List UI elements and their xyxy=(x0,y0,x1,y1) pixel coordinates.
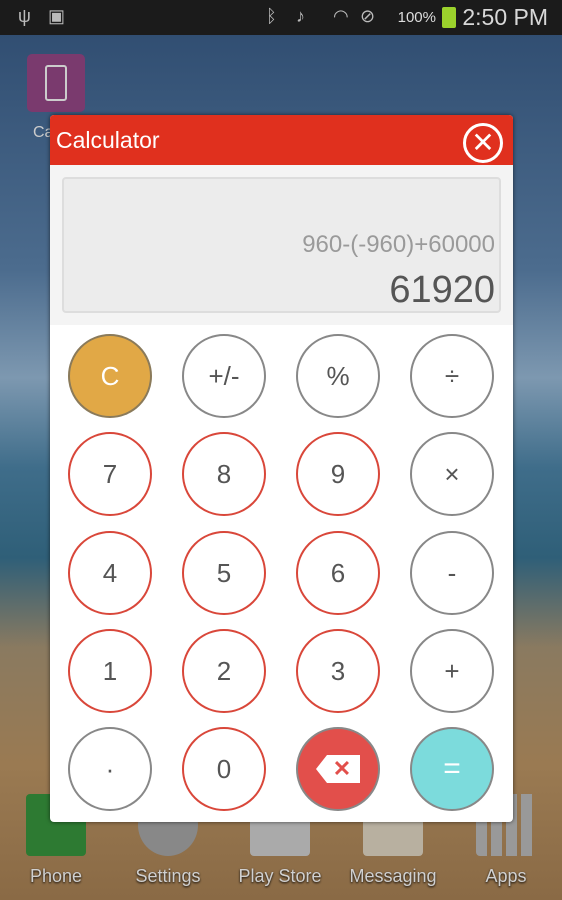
key-sign-button[interactable]: +/- xyxy=(182,334,266,418)
key-2-button[interactable]: 2 xyxy=(182,629,266,713)
sd-card-icon: ▣ xyxy=(48,6,66,26)
key-4-button[interactable]: 4 xyxy=(68,531,152,615)
battery-percent: 100% xyxy=(397,9,436,26)
display-area: 960-(-960)+60000 61920 xyxy=(50,165,513,325)
calculator-shortcut-icon[interactable] xyxy=(27,54,85,112)
result: 61920 xyxy=(389,269,495,311)
status-bar: ψ ▣ ᛒ ♪ ◠ ⊘ 100% 2:50 PM xyxy=(0,0,562,35)
key-plus-button[interactable]: + xyxy=(410,629,494,713)
dialog-title: Calculator xyxy=(56,126,160,153)
battery-charging-icon xyxy=(442,7,456,28)
expression: 960-(-960)+60000 xyxy=(302,231,495,258)
key-percent-button[interactable]: % xyxy=(296,334,380,418)
key-8-button[interactable]: 8 xyxy=(182,432,266,516)
key-7-button[interactable]: 7 xyxy=(68,432,152,516)
close-icon[interactable]: ✕ xyxy=(463,123,503,163)
key-clear-button[interactable]: C xyxy=(68,334,152,418)
mute-icon: ♪ xyxy=(296,6,305,26)
key-minus-button[interactable]: - xyxy=(410,531,494,615)
key-0-button[interactable]: 0 xyxy=(182,727,266,811)
blocked-icon: ⊘ xyxy=(360,6,376,26)
key-multiply-button[interactable]: × xyxy=(410,432,494,516)
title-bar: Calculator xyxy=(50,115,513,165)
key-9-button[interactable]: 9 xyxy=(296,432,380,516)
clock: 2:50 PM xyxy=(462,4,548,30)
bluetooth-icon: ᛒ xyxy=(266,6,277,26)
usb-icon: ψ xyxy=(18,6,31,26)
key-1-button[interactable]: 1 xyxy=(68,629,152,713)
key-5-button[interactable]: 5 xyxy=(182,531,266,615)
key-3-button[interactable]: 3 xyxy=(296,629,380,713)
display: 960-(-960)+60000 61920 xyxy=(62,177,501,313)
key-equals-button[interactable]: = xyxy=(410,727,494,811)
backspace-icon: ✕ xyxy=(316,755,360,783)
backspace-button[interactable]: ✕ xyxy=(296,727,380,811)
wifi-icon: ◠ xyxy=(333,6,349,26)
key-6-button[interactable]: 6 xyxy=(296,531,380,615)
calculator-dialog: Calculator ✕ 960-(-960)+60000 61920 C +/-… xyxy=(50,115,513,822)
key-divide-button[interactable]: ÷ xyxy=(410,334,494,418)
key-decimal-button[interactable]: · xyxy=(68,727,152,811)
